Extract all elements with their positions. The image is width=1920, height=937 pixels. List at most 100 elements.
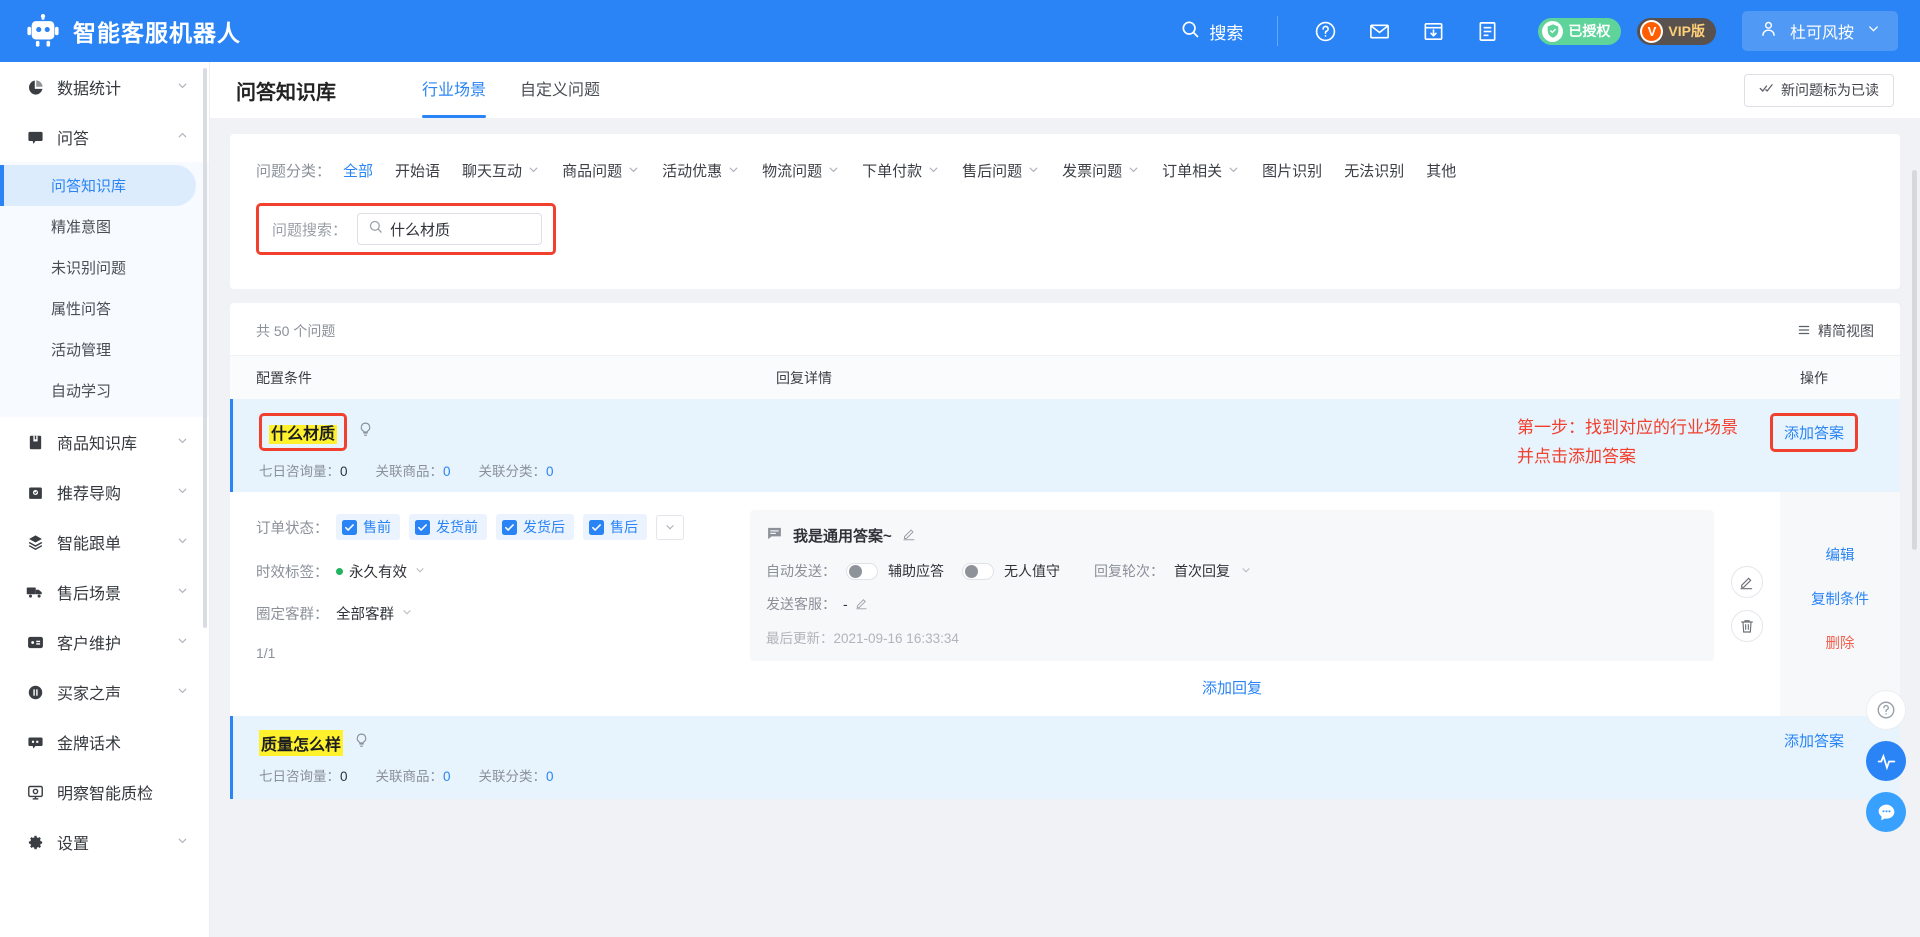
main-scrollbar[interactable] (1912, 170, 1917, 550)
delete-icon[interactable] (1731, 610, 1763, 642)
column-header-actions: 操作 (1800, 369, 1828, 386)
chat-support-icon[interactable] (1866, 792, 1906, 832)
sidebar-group-5[interactable]: 售后场景 (0, 567, 209, 617)
tab-industry-scene[interactable]: 行业场景 (422, 62, 487, 118)
category-filter-3[interactable]: 商品问题 (562, 160, 640, 181)
toggle-unattended[interactable] (962, 562, 994, 580)
pencil-icon[interactable] (902, 526, 917, 545)
audience-value[interactable]: 全部客群 (336, 603, 394, 624)
help-icon[interactable] (1308, 14, 1342, 48)
sidebar-group-10[interactable]: 设置 (0, 817, 209, 867)
sidebar-group-1[interactable]: 问答 (0, 112, 209, 162)
view-mode-toggle[interactable]: 精简视图 (1797, 321, 1874, 341)
order-status-checkbox-2[interactable]: 发货后 (496, 514, 574, 540)
edit-icon[interactable] (1731, 566, 1763, 598)
sidebar-item-1-4[interactable]: 活动管理 (0, 329, 209, 370)
meta-label-products: 关联商品： (375, 769, 444, 784)
validity-value[interactable]: 永久有效 (349, 561, 407, 582)
sidebar-group-4[interactable]: 智能跟单 (0, 517, 209, 567)
sidebar-group-0[interactable]: 数据统计 (0, 62, 209, 112)
action-copy-condition[interactable]: 复制条件 (1811, 588, 1869, 609)
category-filter-label: 售后问题 (962, 163, 1023, 180)
user-menu[interactable]: 杜可风按 (1741, 11, 1898, 51)
chevron-down-icon[interactable] (401, 606, 413, 621)
sidebar-group-label: 智能跟单 (57, 536, 122, 553)
order-status-checkbox-0[interactable]: 售前 (336, 514, 400, 540)
mark-new-questions-read-label: 新问题标为已读 (1781, 82, 1879, 98)
chevron-up-icon (176, 129, 189, 145)
category-filter-2[interactable]: 聊天互动 (462, 160, 540, 181)
meta-value-categories[interactable]: 0 (546, 769, 554, 784)
toggle-assist-reply[interactable] (846, 562, 878, 580)
sidebar-item-1-3[interactable]: 属性问答 (0, 288, 209, 329)
meta-value-categories[interactable]: 0 (546, 464, 554, 479)
category-filter-7[interactable]: 售后问题 (962, 160, 1040, 181)
sidebar-item-1-0[interactable]: 问答知识库 (0, 165, 196, 206)
category-filter-label: 订单相关 (1162, 163, 1223, 180)
sidebar-group-7[interactable]: 买家之声 (0, 667, 209, 717)
category-filter-0[interactable]: 全部 (343, 160, 373, 181)
order-status-more-button[interactable] (656, 514, 684, 540)
mark-new-questions-read-button[interactable]: 新问题标为已读 (1744, 73, 1894, 107)
category-filter-label: 图片识别 (1262, 163, 1323, 180)
category-filter-10[interactable]: 图片识别 (1262, 160, 1322, 181)
order-status-checkbox-1[interactable]: 发货前 (409, 514, 487, 540)
add-answer-button[interactable]: 添加答案 (1784, 730, 1844, 751)
tab-custom-question[interactable]: 自定义问题 (520, 62, 600, 118)
sidebar-scrollbar[interactable] (203, 68, 207, 628)
action-delete[interactable]: 删除 (1826, 632, 1855, 653)
bag-icon (26, 483, 44, 501)
search-input-wrapper[interactable] (357, 213, 543, 245)
meta-value-products[interactable]: 0 (443, 769, 451, 784)
sidebar-item-1-2[interactable]: 未识别问题 (0, 247, 209, 288)
chevron-down-icon[interactable] (414, 564, 426, 579)
shield-check-icon (1542, 20, 1564, 42)
search-highlight-box: 问题搜索： (256, 203, 557, 255)
sidebar-group-label: 数据统计 (57, 81, 122, 98)
meta-label-consult: 七日咨询量： (259, 464, 340, 479)
audience-line: 圈定客群： 全部客群 (256, 603, 750, 624)
chevron-down-icon[interactable] (1240, 563, 1252, 579)
category-filter-5[interactable]: 物流问题 (762, 160, 840, 181)
category-filter-4[interactable]: 活动优惠 (662, 160, 740, 181)
sidebar-group-3[interactable]: 推荐导购 (0, 467, 209, 517)
table-row: 什么材质 七日咨询量：0 关联商品：0 关联分类：0 第一步：找到对应的行业场景… (230, 399, 1900, 492)
question-title[interactable]: 什么材质 (269, 425, 338, 444)
lightbulb-icon[interactable] (353, 732, 370, 754)
search-input[interactable] (390, 220, 531, 238)
add-answer-button[interactable]: 添加答案 (1784, 425, 1844, 442)
category-filter-label: 全部 (343, 163, 374, 180)
lightbulb-icon[interactable] (357, 421, 374, 443)
category-filter-1[interactable]: 开始语 (395, 160, 440, 181)
activity-icon[interactable] (1866, 741, 1906, 781)
help-circle-icon[interactable] (1866, 690, 1906, 730)
category-filter-8[interactable]: 发票问题 (1062, 160, 1140, 181)
meta-value-products[interactable]: 0 (443, 464, 451, 479)
reply-round-value[interactable]: 首次回复 (1174, 561, 1230, 581)
inbox-download-icon[interactable] (1416, 14, 1450, 48)
document-icon[interactable] (1470, 14, 1504, 48)
category-filter-9[interactable]: 订单相关 (1162, 160, 1240, 181)
sidebar-item-1-1[interactable]: 精准意图 (0, 206, 209, 247)
sidebar-group-8[interactable]: 金牌话术 (0, 717, 209, 767)
order-status-checkbox-3[interactable]: 售后 (583, 514, 647, 540)
sidebar-group-9[interactable]: 明察智能质检 (0, 767, 209, 817)
question-title[interactable]: 质量怎么样 (259, 730, 344, 756)
sidebar-group-2[interactable]: 商品知识库 (0, 417, 209, 467)
add-reply-button[interactable]: 添加回复 (750, 677, 1714, 698)
category-filter-6[interactable]: 下单付款 (862, 160, 940, 181)
brand[interactable]: 智能客服机器人 (0, 14, 241, 48)
last-updated-row: 最后更新：2021-09-16 16:33:34 (766, 627, 1696, 647)
category-filter-label: 其他 (1426, 163, 1457, 180)
category-filter-11[interactable]: 无法识别 (1344, 160, 1404, 181)
sidebar-group-6[interactable]: 客户维护 (0, 617, 209, 667)
status-badge-vip[interactable]: V VIP版 (1637, 17, 1716, 45)
question-search-label: 问题搜索： (272, 221, 348, 239)
action-edit[interactable]: 编辑 (1826, 544, 1855, 565)
status-badge-authorized[interactable]: 已授权 (1538, 17, 1622, 45)
pencil-icon[interactable] (855, 596, 869, 613)
category-filter-12[interactable]: 其他 (1426, 160, 1456, 181)
global-search-button[interactable]: 搜索 (1146, 19, 1277, 44)
sidebar-item-1-5[interactable]: 自动学习 (0, 370, 209, 411)
mail-icon[interactable] (1362, 14, 1396, 48)
